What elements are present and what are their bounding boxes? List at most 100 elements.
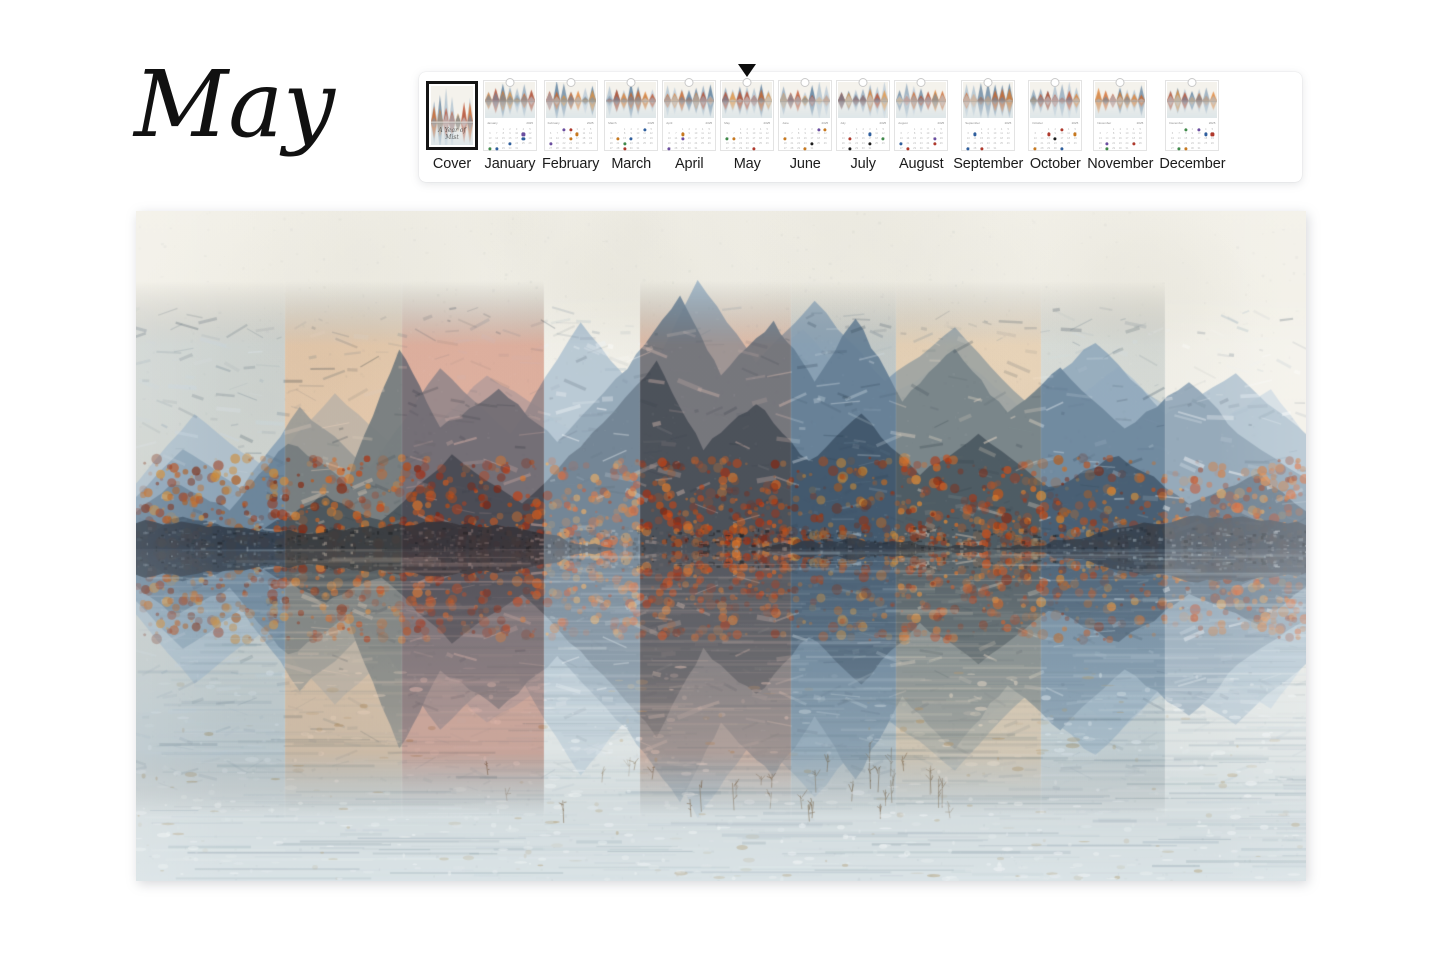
calendar-month-name: February <box>547 121 560 125</box>
calendar-date-cell: 20 <box>1033 141 1037 145</box>
calendar-hanging-hole-icon <box>505 78 515 87</box>
calendar-date-cell: 20 <box>667 141 671 145</box>
calendar-date-cell: 6 <box>1171 132 1174 136</box>
calendar-date-cell: 8 <box>1185 132 1187 136</box>
calendar-date-cell: 17 <box>993 137 997 141</box>
calendar-page-artwork <box>136 211 1306 881</box>
calendar-date-cell: 25 <box>643 141 646 145</box>
thumbnail-item-november[interactable]: November 2025 1 2 3 4 5 6 7 8 9 10 11 12 13 14 15 16 17 18 1… <box>1084 78 1156 172</box>
month-photo <box>664 82 715 118</box>
month-thumbnail[interactable]: January202512345678910111213141516171819… <box>484 78 536 151</box>
month-thumbnail[interactable]: December20251234567891011121314151617181… <box>1166 78 1219 151</box>
calendar-date-cell: 16 <box>1190 137 1194 141</box>
calendar-date-cell: 28 <box>494 147 500 151</box>
calendar-date-cell: 6 <box>549 132 552 136</box>
calendar-event-dot <box>848 147 852 151</box>
calendar-date-cell: 15 <box>680 137 686 141</box>
calendar-grid-header: May 2025 <box>724 121 770 126</box>
wall-calendar-mock: December20251234567891011121314151617181… <box>1166 78 1219 151</box>
calendar-date-cell: 13 <box>667 137 671 141</box>
month-photo-image <box>896 82 947 118</box>
calendar-date-cell: 13 <box>609 137 613 141</box>
calendar-date-cell: 18 <box>1132 137 1136 141</box>
calendar-event-dot <box>973 132 977 136</box>
calendar-grid-area: July202512345678910111213141516171819202… <box>838 119 889 151</box>
month-thumbnail[interactable]: April20251234567891011121314151617181920… <box>663 78 716 151</box>
calendar-date-cell: 16 <box>508 137 512 141</box>
wall-calendar-mock: July202512345678910111213141516171819202… <box>837 78 890 151</box>
calendar-date-cell: 22 <box>980 141 984 145</box>
thumbnail-item-april[interactable]: April20251234567891011121314151617181920… <box>660 78 718 172</box>
month-thumbnail[interactable]: September2025123456789101112131415161718… <box>962 78 1015 151</box>
calendar-date-cell: 29 <box>681 146 685 150</box>
thumbnail-label: October <box>1029 156 1081 172</box>
calendar-date-cell: 28 <box>1176 147 1182 151</box>
wall-calendar-mock: May2025 123456789101112131415161718192021… <box>721 78 774 151</box>
calendar-date-cell: 18 <box>582 137 586 141</box>
calendar-date-cell: 17 <box>752 137 756 141</box>
thumbnail-filmstrip[interactable]: A Year of Mist Cover January 2025 1 2 3 4 5 6 7 8 9 1… <box>419 64 1302 182</box>
month-photo-image <box>780 82 831 118</box>
calendar-date-cell: 21 <box>973 141 977 145</box>
month-thumbnail[interactable]: October202512345678910111213141516171819… <box>1029 78 1082 151</box>
thumbnail-item-october[interactable]: October202512345678910111213141516171819… <box>1026 78 1084 172</box>
month-photo <box>485 82 535 118</box>
calendar-date-cell: 12 <box>881 132 885 136</box>
calendar-date-cell: 17 <box>515 137 519 141</box>
calendar-date-cell: 28 <box>790 146 794 150</box>
calendar-date-cell: 26 <box>1210 141 1214 145</box>
calendar-date-grid: 1234567891011121314151617181920212223242… <box>782 128 828 151</box>
month-thumbnail[interactable]: November 2025 1 2 3 4 5 6 7 8 9 10 11 12 13 14 15 16 17 18 1… <box>1094 78 1147 151</box>
calendar-date-cell: 8 <box>563 132 565 136</box>
calendar-hanging-hole-icon <box>1187 78 1197 87</box>
calendar-date-cell: 15 <box>855 137 859 141</box>
calendar-date-cell: 6 <box>1099 132 1102 136</box>
month-thumbnail[interactable]: February20251234567891011121314151617181… <box>544 78 597 150</box>
thumbnail-item-july[interactable]: July202512345678910111213141516171819202… <box>834 78 892 172</box>
calendar-date-cell: 22 <box>622 142 628 146</box>
calendar-date-cell: 16 <box>568 137 574 141</box>
calendar-date-cell: 26 <box>823 141 827 145</box>
month-thumbnail[interactable]: March20251234567891011121314151617181920… <box>605 78 658 151</box>
thumbnail-item-march[interactable]: March20251234567891011121314151617181920… <box>602 78 660 172</box>
calendar-date-cell: 11 <box>817 132 820 136</box>
calendar-date-cell: 21 <box>1104 142 1110 146</box>
calendar-date-cell: 31 <box>694 146 698 150</box>
calendar-event-dot <box>1204 132 1208 136</box>
thumbnail-item-january[interactable]: January202512345678910111213141516171819… <box>481 78 539 172</box>
calendar-date-cell: 25 <box>875 141 878 145</box>
calendar-date-grid: 1234567891011121314151617181920212223242… <box>724 128 770 151</box>
month-thumbnail[interactable]: May2025 123456789101112131415161718192021… <box>721 78 774 151</box>
month-photo-image <box>1030 82 1081 118</box>
thumbnail-item-may[interactable]: May2025 123456789101112131415161718192021… <box>718 64 776 172</box>
thumbnail-item-august[interactable]: August2025123456789101112131415161718192… <box>892 78 950 172</box>
calendar-event-dot <box>616 137 620 141</box>
calendar-date-cell: 8 <box>855 132 858 136</box>
thumbnail-item-june[interactable]: June202512345678910111213141516171819202… <box>776 78 834 172</box>
thumbnail-item-cover[interactable]: A Year of Mist Cover <box>423 81 481 172</box>
month-thumbnail[interactable]: July202512345678910111213141516171819202… <box>837 78 890 151</box>
cover-thumbnail[interactable]: A Year of Mist <box>426 81 478 150</box>
calendar-month-name: August <box>898 121 908 125</box>
calendar-date-cell: 23 <box>919 141 923 145</box>
calendar-event-dot <box>642 128 647 132</box>
calendar-date-cell <box>1066 147 1072 151</box>
calendar-date-cell: 25 <box>1204 141 1208 145</box>
calendar-grid-header: June 2025 <box>782 121 828 126</box>
calendar-date-cell: 21 <box>790 141 794 145</box>
thumbnail-item-december[interactable]: December20251234567891011121314151617181… <box>1156 78 1228 172</box>
calendar-date-cell: 10 <box>1125 132 1129 136</box>
calendar-date-cell: 12 <box>1072 132 1078 136</box>
month-thumbnail[interactable]: June202512345678910111213141516171819202… <box>779 78 832 151</box>
calendar-grid-header: August 2025 <box>898 121 944 126</box>
month-thumbnail[interactable]: August2025123456789101112131415161718192… <box>895 78 948 151</box>
calendar-date-cell: 27 <box>1098 146 1102 150</box>
calendar-event-dot <box>667 147 671 151</box>
main-preview-image[interactable] <box>136 211 1306 881</box>
calendar-date-cell: 12 <box>1006 132 1010 136</box>
calendar-event-dot <box>488 147 492 151</box>
thumbnail-item-february[interactable]: February20251234567891011121314151617181… <box>539 78 602 172</box>
wall-calendar-mock: November 2025 1 2 3 4 5 6 7 8 9 10 11 12 13 14 15 16 17 18 1… <box>1094 78 1147 151</box>
thumbnail-item-september[interactable]: September2025123456789101112131415161718… <box>950 78 1026 172</box>
calendar-date-cell: 20 <box>725 141 729 145</box>
